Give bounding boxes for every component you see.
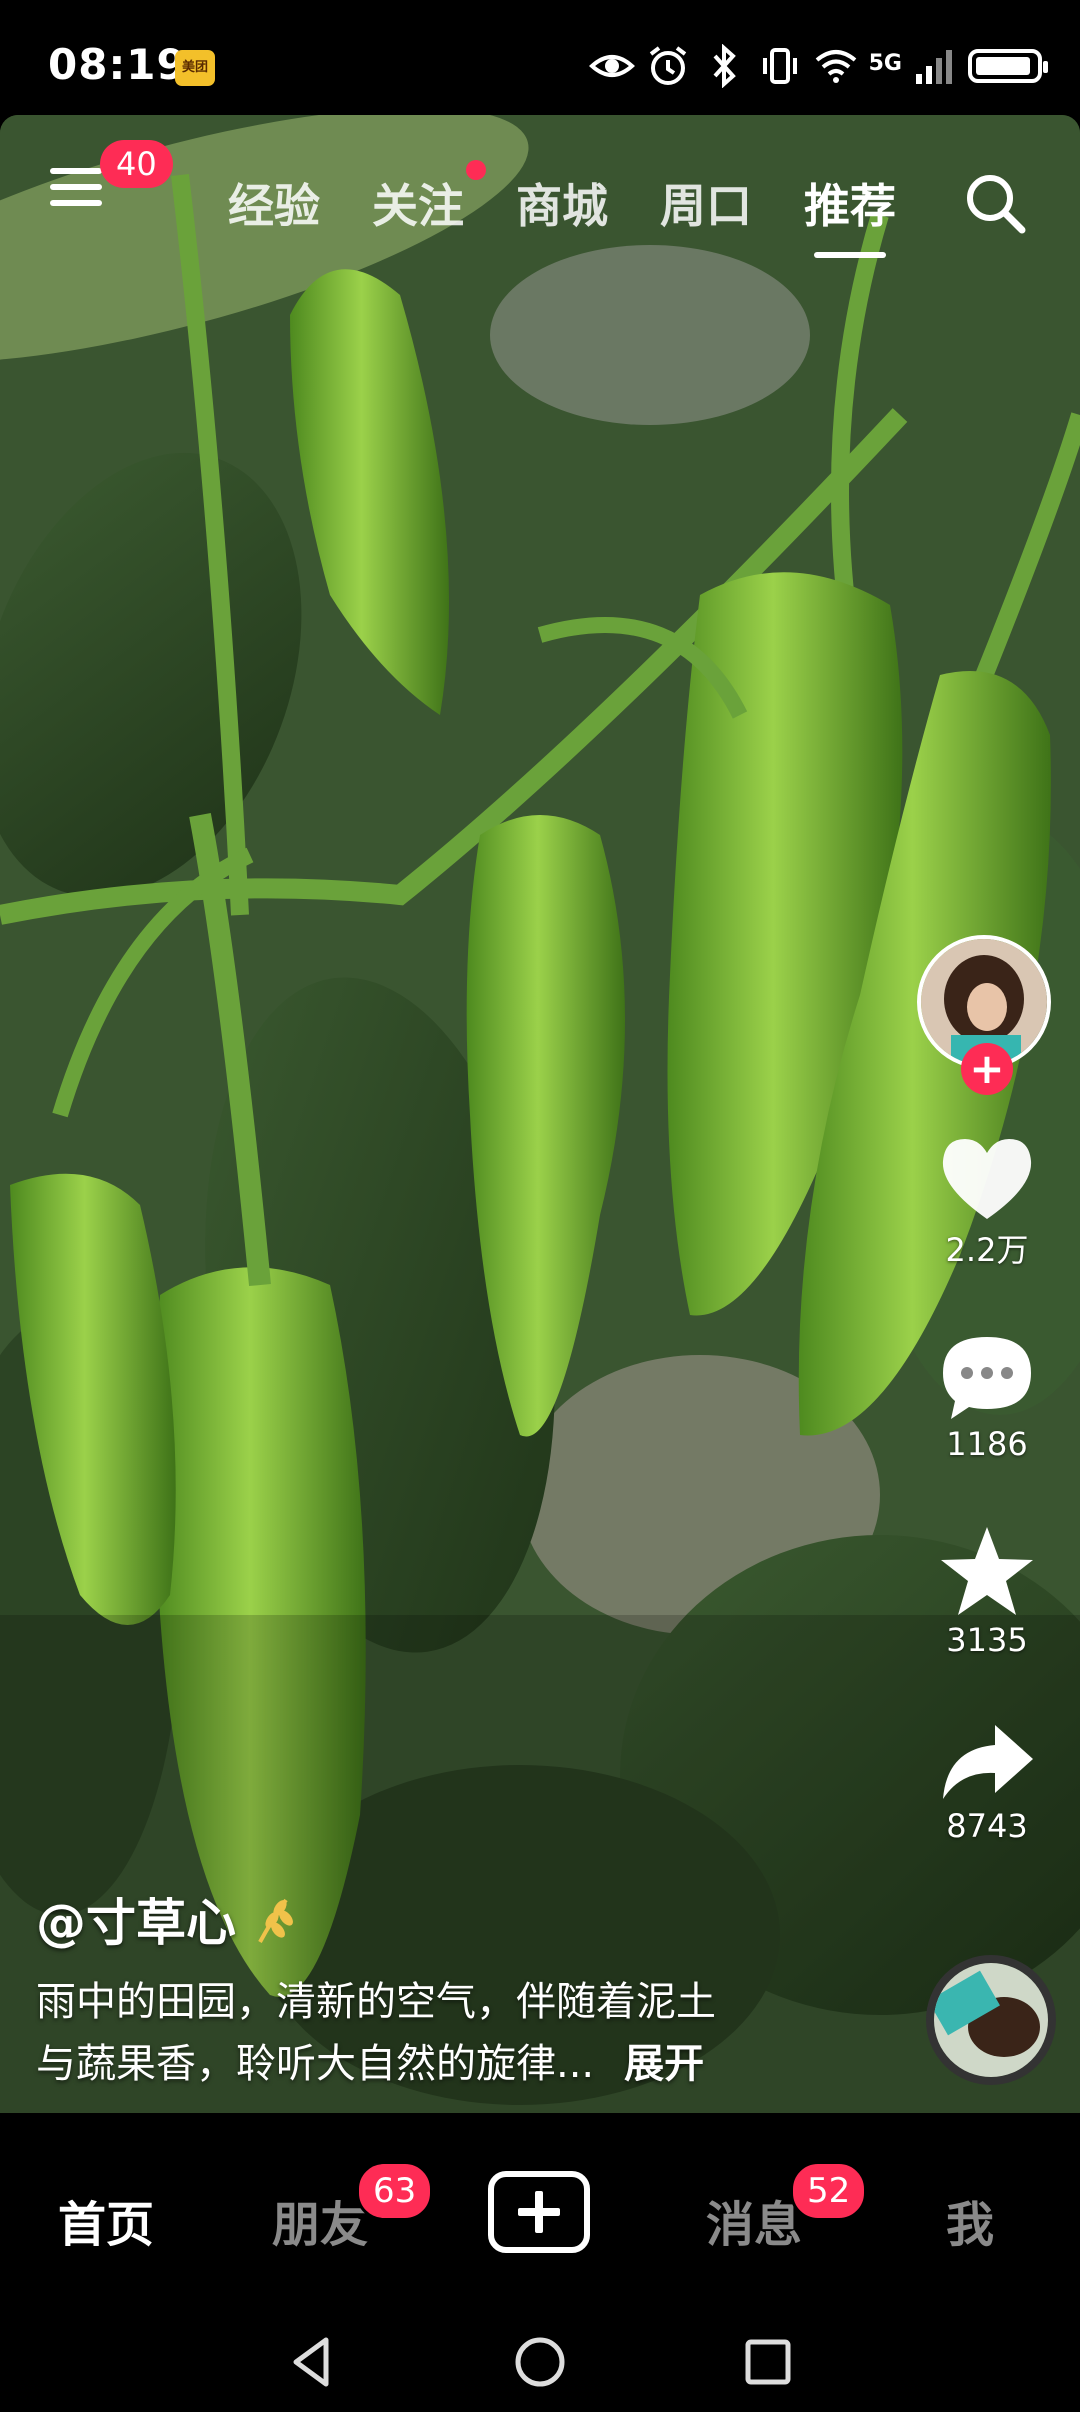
menu-button[interactable] (50, 168, 102, 214)
vibrate-icon (762, 48, 797, 84)
like-count: 2.2万 (945, 1231, 1029, 1269)
music-disc-image (934, 1963, 1048, 2077)
alarm-icon (649, 46, 686, 85)
signal-icon (916, 50, 952, 84)
comment-button[interactable]: 1186 (912, 1331, 1062, 1463)
tab-following[interactable]: 关注 (372, 170, 464, 236)
comment-icon (943, 1337, 1031, 1419)
recents-icon[interactable] (738, 2332, 798, 2392)
search-icon[interactable] (962, 170, 1028, 236)
like-button[interactable]: 2.2万 (912, 1135, 1062, 1271)
right-rail: + 2.2万 1186 3135 8743 (912, 935, 1062, 1845)
back-icon[interactable] (282, 2332, 342, 2392)
tab-experience[interactable]: 经验 (228, 170, 320, 236)
nav-me[interactable]: 我 (946, 2185, 994, 2255)
post-description: 雨中的田园，清新的空气，伴随着泥土 与蔬果香，聆听大自然的旋律... 展开 (36, 1971, 836, 2095)
tab-recommend[interactable]: 推荐 (804, 170, 896, 258)
nav-home[interactable]: 首页 (58, 2185, 154, 2255)
star-icon (941, 1527, 1033, 1615)
wifi-icon (815, 50, 856, 83)
top-nav: 40 经验 关注 商城 周口 推荐 (0, 140, 1080, 258)
bluetooth-icon (713, 44, 736, 88)
menu-badge: 40 (100, 140, 173, 188)
video-player[interactable]: 40 经验 关注 商城 周口 推荐 + 2.2万 1186 3135 8743 … (0, 115, 1080, 2113)
author-name-row[interactable]: @寸草心 (36, 1883, 836, 1955)
comment-count: 1186 (946, 1425, 1028, 1463)
share-button[interactable]: 8743 (912, 1719, 1062, 1845)
status-icons: 5G (588, 44, 1048, 88)
wheat-icon (258, 1898, 293, 1943)
status-time: 08:19 (48, 40, 187, 89)
network-type: 5G (868, 50, 902, 76)
battery-icon (968, 49, 1048, 83)
bottom-nav: 首页 朋友 63 消息 52 我 (0, 2113, 1080, 2312)
author-name[interactable]: @寸草心 (36, 1883, 236, 1955)
status-bar: 08:19 美团 5G (0, 0, 1080, 115)
nav-messages[interactable]: 消息 (706, 2185, 802, 2255)
follow-button[interactable]: + (961, 1043, 1013, 1095)
meituan-app-icon: 美团 (175, 50, 215, 86)
eye-icon (588, 55, 635, 77)
description-line-1: 雨中的田园，清新的空气，伴随着泥土 (36, 1979, 716, 2025)
tab-local[interactable]: 周口 (660, 170, 752, 236)
share-count: 8743 (946, 1807, 1028, 1845)
post-caption: @寸草心 雨中的田园，清新的空气，伴随着泥土 与蔬果香，聆听大自然的旋律... 展… (36, 1883, 836, 2095)
following-dot (466, 160, 486, 180)
description-line-2: 与蔬果香，聆听大自然的旋律... (36, 2041, 595, 2087)
system-nav-bar (0, 2312, 1080, 2412)
tab-mall[interactable]: 商城 (516, 170, 608, 236)
nav-friends[interactable]: 朋友 (272, 2185, 368, 2255)
expand-button[interactable]: 展开 (624, 2041, 704, 2087)
author-avatar[interactable]: + (917, 935, 1057, 1095)
music-disc[interactable] (926, 1955, 1056, 2085)
create-button[interactable] (488, 2171, 590, 2253)
friends-badge: 63 (356, 2161, 434, 2221)
messages-badge: 52 (790, 2161, 868, 2221)
favorite-count: 3135 (946, 1621, 1028, 1659)
heart-icon (942, 1139, 1032, 1219)
share-arrow-icon (943, 1725, 1033, 1799)
favorite-button[interactable]: 3135 (912, 1523, 1062, 1659)
home-icon[interactable] (510, 2332, 570, 2392)
